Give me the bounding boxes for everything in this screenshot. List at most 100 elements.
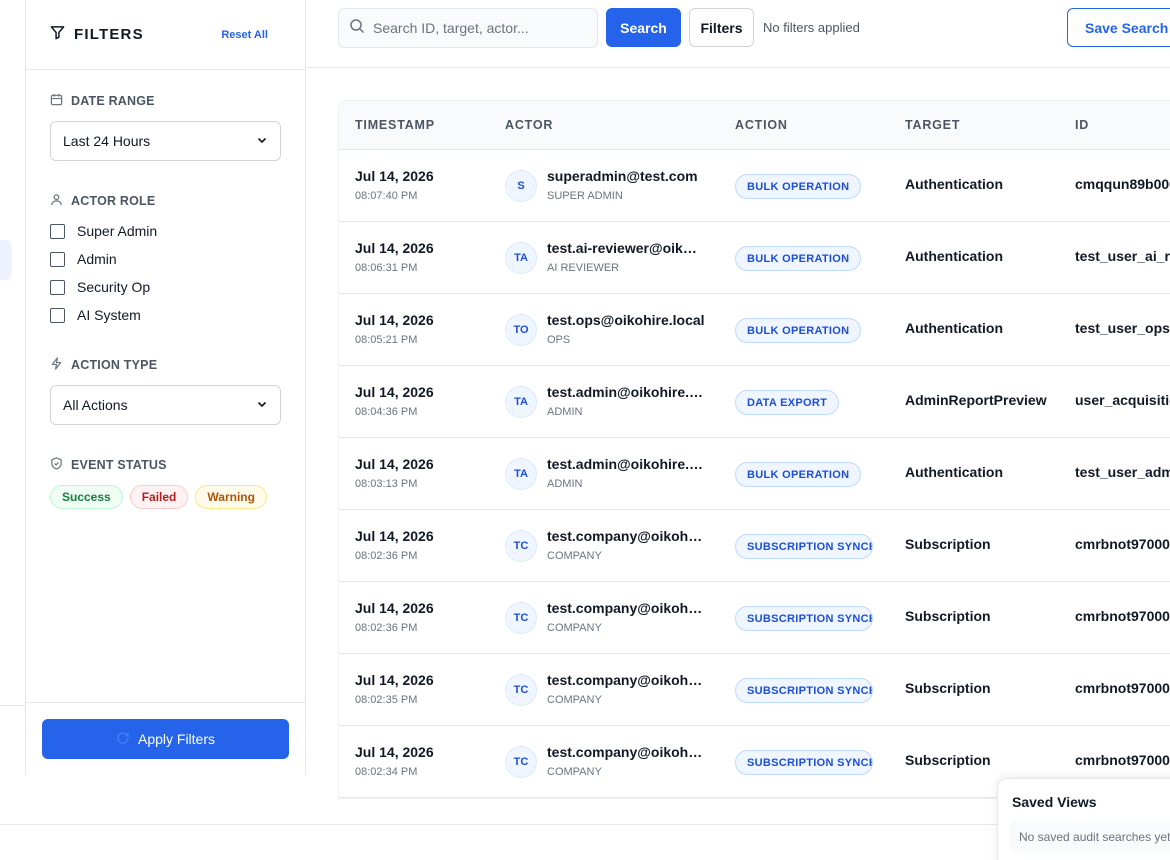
app-sidebar-selected-item[interactable] xyxy=(0,240,12,280)
table-row[interactable]: Jul 14, 2026 08:05:21 PM TO test.ops@oikohi… xyxy=(339,294,1170,366)
footer-divider xyxy=(0,824,1170,825)
record-id: test_user_ops xyxy=(1075,320,1170,336)
timestamp-time: 08:07:40 PM xyxy=(355,190,418,202)
action-badge: BULK OPERATION xyxy=(735,246,862,271)
filters-header: FILTERS Reset All xyxy=(26,0,305,70)
event-status-label: EVENT STATUS xyxy=(50,457,167,473)
filters-title-text: FILTERS xyxy=(74,26,144,43)
timestamp-time: 08:02:34 PM xyxy=(355,766,418,778)
action-badge: SUBSCRIPTION SYNCED xyxy=(735,678,873,703)
timestamp-date: Jul 14, 2026 xyxy=(355,456,434,472)
checkbox[interactable] xyxy=(50,279,65,295)
actor-email: test.company@oikohire.local xyxy=(547,744,705,760)
role-checkbox-super-admin[interactable]: Super Admin xyxy=(50,223,157,239)
timestamp-time: 08:02:36 PM xyxy=(355,550,418,562)
actor-email: test.ops@oikohire.local xyxy=(547,312,705,328)
refresh-icon xyxy=(116,731,130,748)
target-name: AdminReportPreview xyxy=(905,392,1047,408)
timestamp-date: Jul 14, 2026 xyxy=(355,384,434,400)
target-name: Subscription xyxy=(905,752,991,768)
search-button[interactable]: Search xyxy=(606,8,681,47)
avatar: S xyxy=(505,170,537,202)
action-badge: SUBSCRIPTION SYNCED xyxy=(735,606,873,631)
target-name: Subscription xyxy=(905,536,991,552)
action-badge: SUBSCRIPTION SYNCED xyxy=(735,534,873,559)
app-sidebar-edge xyxy=(0,0,26,775)
role-checkbox-security-op[interactable]: Security Op xyxy=(50,279,150,295)
table-row[interactable]: Jul 14, 2026 08:03:13 PM TA test.admin@oiko… xyxy=(339,438,1170,510)
avatar: TC xyxy=(505,602,537,634)
lightning-icon xyxy=(50,357,63,373)
table-row[interactable]: Jul 14, 2026 08:02:35 PM TC test.company@oi… xyxy=(339,654,1170,726)
column-header-timestamp[interactable]: TIMESTAMP xyxy=(355,118,435,132)
saved-views-title: Saved Views xyxy=(1012,794,1097,810)
date-range-value: Last 24 Hours xyxy=(63,133,151,149)
save-search-button[interactable]: Save Search xyxy=(1067,8,1170,47)
date-range-select[interactable]: Last 24 Hours xyxy=(50,121,281,161)
record-id: test_user_admin xyxy=(1075,464,1170,480)
search-field[interactable] xyxy=(338,8,598,48)
record-id: cmrbnot970001 xyxy=(1075,536,1170,552)
table-row[interactable]: Jul 14, 2026 08:04:36 PM TA test.admin@oiko… xyxy=(339,366,1170,438)
reset-all-link[interactable]: Reset All xyxy=(221,29,268,41)
calendar-icon xyxy=(50,93,63,109)
timestamp-date: Jul 14, 2026 xyxy=(355,744,434,760)
timestamp-time: 08:04:36 PM xyxy=(355,406,418,418)
actor-email: test.company@oikohire.local xyxy=(547,528,705,544)
record-id: cmqqun89b0001 xyxy=(1075,176,1170,192)
actor-role: ADMIN xyxy=(547,406,583,418)
status-pill-failed[interactable]: Failed xyxy=(129,485,189,509)
actor-email: test.admin@oikohire.local xyxy=(547,384,705,400)
action-badge: BULK OPERATION xyxy=(735,318,862,343)
column-header-id[interactable]: ID xyxy=(1075,118,1089,132)
column-header-target[interactable]: TARGET xyxy=(905,118,960,132)
saved-views-panel: Saved Views No saved audit searches yet xyxy=(997,778,1170,860)
date-range-label: DATE RANGE xyxy=(50,93,155,109)
avatar: TC xyxy=(505,674,537,706)
actor-email: test.company@oikohire.local xyxy=(547,672,705,688)
event-status-pills: Success Failed Warning xyxy=(50,485,267,509)
column-header-action[interactable]: ACTION xyxy=(735,118,788,132)
timestamp-date: Jul 14, 2026 xyxy=(355,528,434,544)
record-id: cmrbnot970004 xyxy=(1075,752,1170,768)
table-row[interactable]: Jul 14, 2026 08:02:36 PM TC test.company@oi… xyxy=(339,510,1170,582)
table-body: Jul 14, 2026 08:07:40 PM Ssuperadmin@test.… xyxy=(339,150,1170,798)
apply-filters-button[interactable]: Apply Filters xyxy=(42,719,289,759)
audit-log-table: TIMESTAMP ACTOR ACTION TARGET ID Jul 14,… xyxy=(338,100,1170,799)
timestamp-date: Jul 14, 2026 xyxy=(355,168,434,184)
status-pill-warning[interactable]: Warning xyxy=(195,485,267,509)
timestamp-time: 08:05:21 PM xyxy=(355,334,418,346)
chevron-down-icon xyxy=(256,397,268,413)
actor-email: test.admin@oikohire.local xyxy=(547,456,705,472)
column-header-actor[interactable]: ACTOR xyxy=(505,118,553,132)
actor-role: ADMIN xyxy=(547,478,583,490)
avatar: TA xyxy=(505,242,537,274)
action-badge: DATA EXPORT xyxy=(735,390,840,415)
actor-role: OPS xyxy=(547,334,571,346)
action-type-value: All Actions xyxy=(63,397,128,413)
table-row[interactable]: Jul 14, 2026 08:07:40 PM Ssuperadmin@test.… xyxy=(339,150,1170,222)
table-row[interactable]: Jul 14, 2026 08:06:31 PM TA test.ai-reviewe… xyxy=(339,222,1170,294)
avatar: TO xyxy=(505,314,537,346)
action-type-select[interactable]: All Actions xyxy=(50,385,281,425)
filters-toggle-button[interactable]: Filters xyxy=(689,8,754,47)
actor-email: test.ai-reviewer@oikohire.local xyxy=(547,240,705,256)
table-row[interactable]: Jul 14, 2026 08:02:36 PM TC test.company@oi… xyxy=(339,582,1170,654)
timestamp-time: 08:02:35 PM xyxy=(355,694,418,706)
search-icon xyxy=(349,18,365,39)
search-input[interactable] xyxy=(373,20,583,36)
actor-role: COMPANY xyxy=(547,622,602,634)
actor-email: superadmin@test.com xyxy=(547,168,698,184)
checkbox[interactable] xyxy=(50,251,65,267)
checkbox[interactable] xyxy=(50,307,65,323)
action-badge: SUBSCRIPTION SYNCED xyxy=(735,750,873,775)
status-pill-success[interactable]: Success xyxy=(50,485,123,509)
record-id: user_acquisition xyxy=(1075,392,1170,408)
role-checkbox-admin[interactable]: Admin xyxy=(50,251,117,267)
timestamp-time: 08:03:13 PM xyxy=(355,478,418,490)
checkbox[interactable] xyxy=(50,223,65,239)
actor-role: AI REVIEWER xyxy=(547,262,620,274)
saved-views-empty-message: No saved audit searches yet xyxy=(1010,821,1170,853)
target-name: Authentication xyxy=(905,248,1003,264)
role-checkbox-ai-system[interactable]: AI System xyxy=(50,307,141,323)
